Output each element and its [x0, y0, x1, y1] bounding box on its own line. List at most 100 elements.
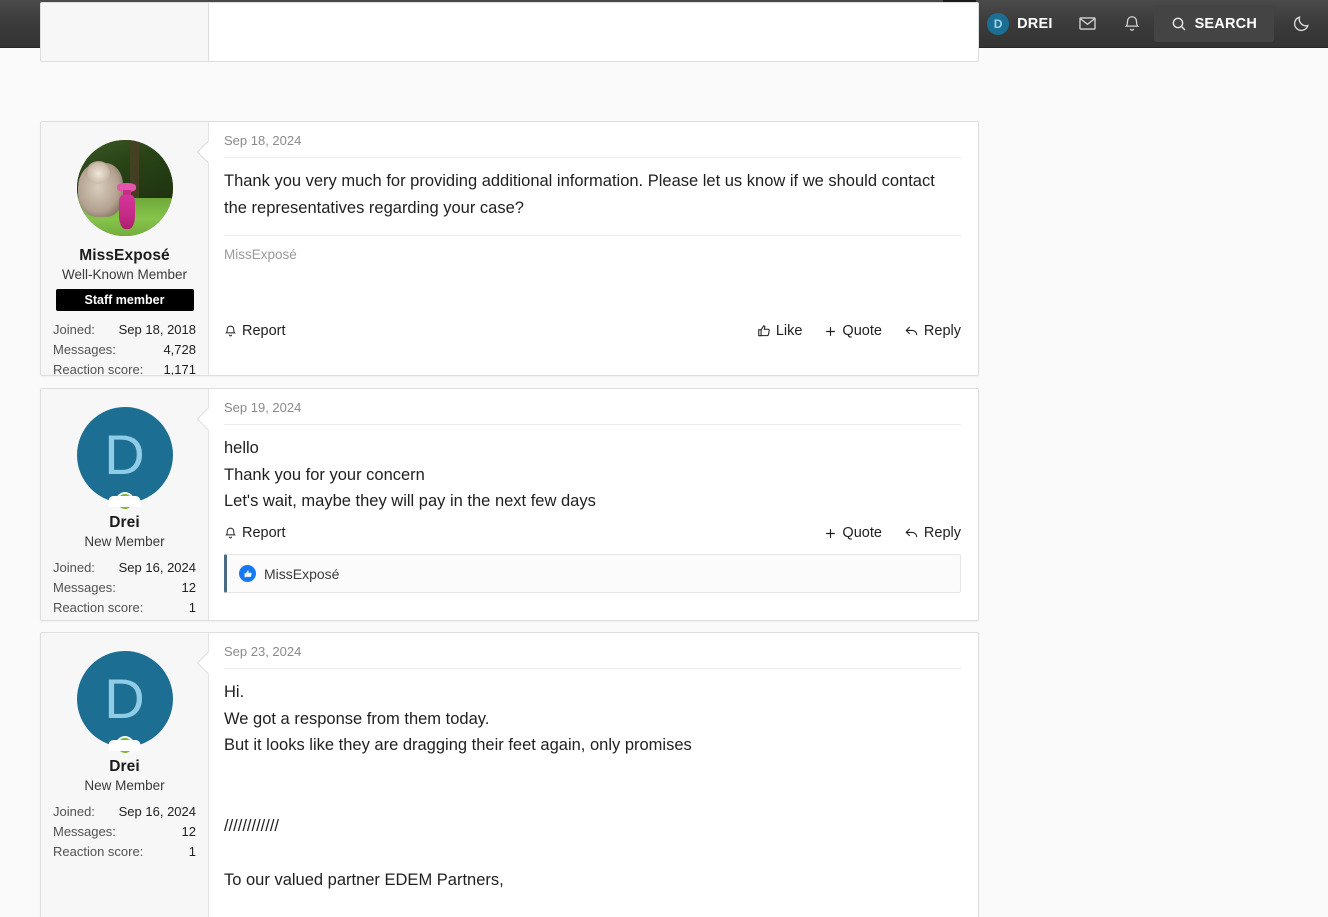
avatar[interactable]: D [77, 407, 173, 503]
online-status-icon [115, 736, 134, 755]
stat-label: Reaction score: [53, 842, 143, 862]
post-line: Thank you very much for providing additi… [224, 168, 961, 221]
stat-label: Joined: [53, 558, 95, 578]
stat-label: Messages: [53, 340, 116, 360]
stat-row: Messages: 12 [51, 822, 198, 842]
stat-value: Sep 16, 2024 [119, 802, 196, 822]
moon-icon [1292, 14, 1311, 33]
post-reactions-users[interactable]: MissExposé [264, 566, 339, 582]
stat-row: Joined: Sep 18, 2018 [51, 320, 198, 340]
post-actions: Report Quote Repl [224, 515, 961, 554]
post-line: Let's wait, maybe they will pay in the n… [224, 488, 961, 515]
post-body [209, 3, 978, 61]
post-line: Hi. [224, 679, 961, 706]
post-drei-sep19: D Drei New Member Joined: Sep 16, 2024 M… [40, 388, 979, 621]
user-menu-label: DREI [1017, 16, 1052, 32]
thumbs-up-badge-icon [239, 565, 256, 582]
reply-button-label: Reply [924, 323, 961, 339]
report-button[interactable]: Report [224, 525, 286, 541]
stat-value: 4,728 [163, 340, 196, 360]
avatar[interactable]: D [77, 651, 173, 747]
post-date[interactable]: Sep 23, 2024 [224, 644, 961, 669]
post-author-title: New Member [51, 534, 198, 549]
post-body: Sep 23, 2024 Hi. We got a response from … [209, 633, 978, 917]
post-sidebar: D Drei New Member Joined: Sep 16, 2024 M… [41, 633, 209, 917]
reply-arrow-icon [904, 324, 919, 338]
stat-row: Joined: Sep 16, 2024 [51, 558, 198, 578]
nav-right-group: D DREI SEARCH [943, 0, 1328, 47]
post-missexpose: MissExposé Well-Known Member Staff membe… [40, 121, 979, 376]
post-blank-line [224, 786, 961, 813]
search-button[interactable]: SEARCH [1154, 5, 1274, 42]
post-signature: MissExposé [224, 235, 961, 262]
quote-button-label: Quote [842, 323, 882, 339]
post-author-name[interactable]: MissExposé [51, 247, 198, 265]
search-icon [1171, 16, 1187, 32]
online-status-icon [115, 492, 134, 511]
post-message: Hi. We got a response from them today. B… [224, 679, 961, 917]
post-author-stats: Joined: Sep 16, 2024 Messages: 12 Reacti… [51, 558, 198, 618]
avatar[interactable] [77, 140, 173, 236]
reply-arrow-icon [904, 526, 919, 540]
post-body: Sep 18, 2024 Thank you very much for pro… [209, 122, 978, 375]
stat-label: Reaction score: [53, 598, 143, 618]
bell-icon [1123, 14, 1141, 33]
post-drei-sep23: D Drei New Member Joined: Sep 16, 2024 M… [40, 632, 979, 917]
stat-label: Joined: [53, 802, 95, 822]
report-button-label: Report [242, 525, 286, 541]
alerts-button[interactable] [1110, 0, 1154, 47]
plus-icon [824, 325, 837, 338]
post-message: hello Thank you for your concern Let's w… [224, 435, 961, 515]
like-button-label: Like [776, 323, 803, 339]
bell-report-icon [224, 526, 237, 540]
like-button[interactable]: Like [757, 323, 803, 339]
reply-button[interactable]: Reply [904, 323, 961, 339]
stat-row: Joined: Sep 16, 2024 [51, 802, 198, 822]
post-reactions-bar[interactable]: MissExposé [224, 554, 961, 593]
post-blank-line [224, 840, 961, 867]
previous-post-partial [40, 2, 979, 62]
post-actions: Report Like Quote [224, 313, 961, 352]
report-button-label: Report [242, 323, 286, 339]
stat-row: Reaction score: 1,171 [51, 360, 198, 376]
stat-label: Messages: [53, 822, 116, 842]
post-sidebar: D Drei New Member Joined: Sep 16, 2024 M… [41, 389, 209, 620]
thread-post-list: MissExposé Well-Known Member Staff membe… [0, 48, 1328, 917]
inbox-button[interactable] [1066, 0, 1110, 47]
post-actions-right: Quote Reply [824, 525, 961, 541]
post-line: To our valued partner EDEM Partners, [224, 867, 961, 894]
post-author-stats: Joined: Sep 18, 2018 Messages: 4,728 Rea… [51, 320, 198, 376]
user-menu-button[interactable]: D DREI [976, 0, 1065, 47]
quote-button[interactable]: Quote [824, 323, 882, 339]
post-actions-left: Report [224, 323, 286, 339]
post-actions-right: Like Quote Reply [757, 323, 961, 339]
stat-value: 12 [182, 578, 196, 598]
post-sidebar [41, 3, 209, 61]
stat-row: Messages: 12 [51, 578, 198, 598]
avatar-photo[interactable] [77, 140, 173, 236]
post-author-name[interactable]: Drei [51, 514, 198, 532]
stat-value: 1 [189, 842, 196, 862]
post-date[interactable]: Sep 19, 2024 [224, 400, 961, 425]
dark-mode-toggle[interactable] [1274, 0, 1328, 47]
quote-button[interactable]: Quote [824, 525, 882, 541]
stat-label: Messages: [53, 578, 116, 598]
post-sidebar: MissExposé Well-Known Member Staff membe… [41, 122, 209, 375]
avatar-letter[interactable]: D [77, 407, 173, 503]
quote-button-label: Quote [842, 525, 882, 541]
post-blank-line [224, 759, 961, 786]
envelope-icon [1078, 14, 1097, 33]
post-body: Sep 19, 2024 hello Thank you for your co… [209, 389, 978, 620]
post-message: Thank you very much for providing additi… [224, 168, 961, 221]
avatar-letter[interactable]: D [77, 651, 173, 747]
bell-report-icon [224, 324, 237, 338]
stat-row: Messages: 4,728 [51, 340, 198, 360]
post-author-name[interactable]: Drei [51, 758, 198, 776]
post-date[interactable]: Sep 18, 2024 [224, 133, 961, 158]
thumbs-up-icon [757, 324, 771, 338]
reply-button[interactable]: Reply [904, 525, 961, 541]
post-author-title: New Member [51, 778, 198, 793]
stat-row: Reaction score: 1 [51, 842, 198, 862]
report-button[interactable]: Report [224, 323, 286, 339]
post-actions-left: Report [224, 525, 286, 541]
